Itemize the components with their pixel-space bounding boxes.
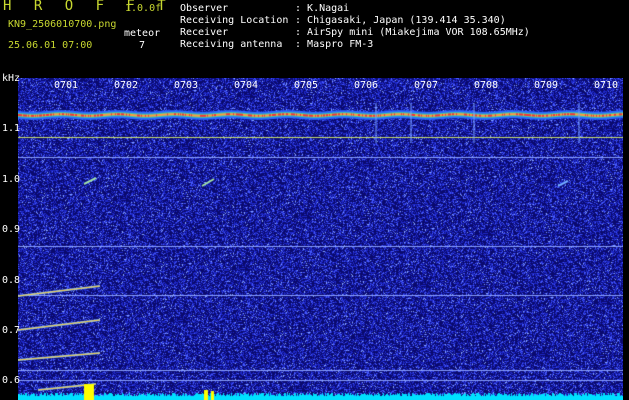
time-tick-label: 0705 — [294, 80, 319, 91]
info-key-location: Receiving Location — [180, 15, 289, 26]
info-key-antenna: Receiving antenna — [180, 39, 283, 50]
time-tick-label: 0702 — [114, 80, 139, 91]
time-tick-label: 0709 — [534, 80, 559, 91]
freq-tick-label: 0.9 — [2, 224, 21, 235]
meteor-count-value: 7 — [139, 40, 146, 51]
version-label: 1.0.0f — [125, 3, 162, 14]
info-value-receiver: : AirSpy mini (Miakejima VOR 108.65MHz) — [295, 27, 530, 38]
time-tick-label: 0701 — [54, 80, 79, 91]
spectrogram-plot — [18, 78, 623, 400]
datetime-label: 25.06.01 07:00 — [8, 40, 93, 51]
freq-tick-label: 0.8 — [2, 275, 21, 286]
time-tick-label: 0706 — [354, 80, 379, 91]
info-value-location: : Chigasaki, Japan (139.414 35.340) — [295, 15, 506, 26]
time-tick-label: 0707 — [414, 80, 439, 91]
hrofft-window: H R O F F T 1.0.0f KN9_2506010700.png 25… — [0, 0, 629, 400]
freq-tick-label: 0.6 — [2, 375, 21, 386]
info-key-receiver: Receiver — [180, 27, 229, 38]
info-value-antenna: : Maspro FM-3 — [295, 39, 374, 50]
time-tick-label: 0708 — [474, 80, 499, 91]
time-tick-label: 0703 — [174, 80, 199, 91]
freq-tick-label: 0.7 — [2, 325, 21, 336]
info-value-observer: : K.Nagai — [295, 3, 350, 14]
time-tick-label: 0710 — [594, 80, 619, 91]
freq-tick-label: 1.0 — [2, 174, 21, 185]
meteor-count-label: meteor — [124, 28, 161, 39]
info-key-observer: Observer — [180, 3, 229, 14]
freq-axis-unit: kHz — [2, 73, 21, 84]
filename-label: KN9_2506010700.png — [8, 19, 117, 30]
freq-tick-label: 1.1 — [2, 123, 21, 134]
time-tick-label: 0704 — [234, 80, 259, 91]
